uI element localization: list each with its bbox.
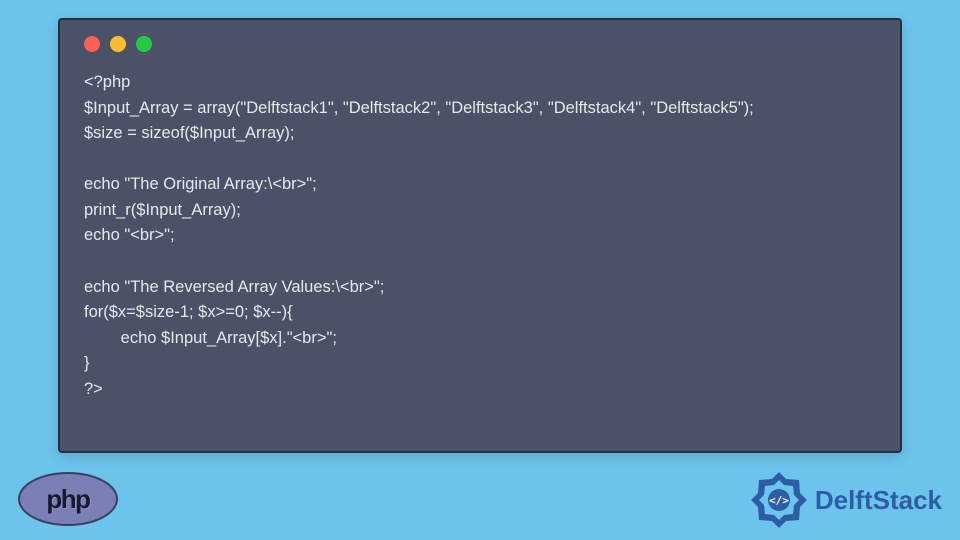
code-block: <?php $Input_Array = array("Delftstack1"… [60,52,900,402]
php-logo-text: php [46,484,89,515]
php-logo-ellipse: php [18,472,118,526]
code-line: ?> [84,380,103,398]
delftstack-logo-text: DelftStack [815,485,942,516]
code-line: print_r($Input_Array); [84,201,241,219]
code-line: <?php [84,73,130,91]
code-line: for($x=$size-1; $x>=0; $x--){ [84,303,293,321]
code-line: $size = sizeof($Input_Array); [84,124,294,142]
delftstack-logo: </> DelftStack [749,470,942,530]
code-line: echo "The Original Array:\<br>"; [84,175,317,193]
close-icon [84,36,100,52]
code-line: echo "<br>"; [84,226,175,244]
minimize-icon [110,36,126,52]
code-line: } [84,354,90,372]
code-line: echo $Input_Array[$x]."<br>"; [84,329,337,347]
delftstack-icon: </> [749,470,809,530]
code-window: <?php $Input_Array = array("Delftstack1"… [58,18,902,453]
code-line: echo "The Reversed Array Values:\<br>"; [84,278,384,296]
svg-text:</>: </> [769,494,789,507]
maximize-icon [136,36,152,52]
window-controls [60,20,900,52]
php-logo: php [18,472,118,526]
code-line: $Input_Array = array("Delftstack1", "Del… [84,99,754,117]
